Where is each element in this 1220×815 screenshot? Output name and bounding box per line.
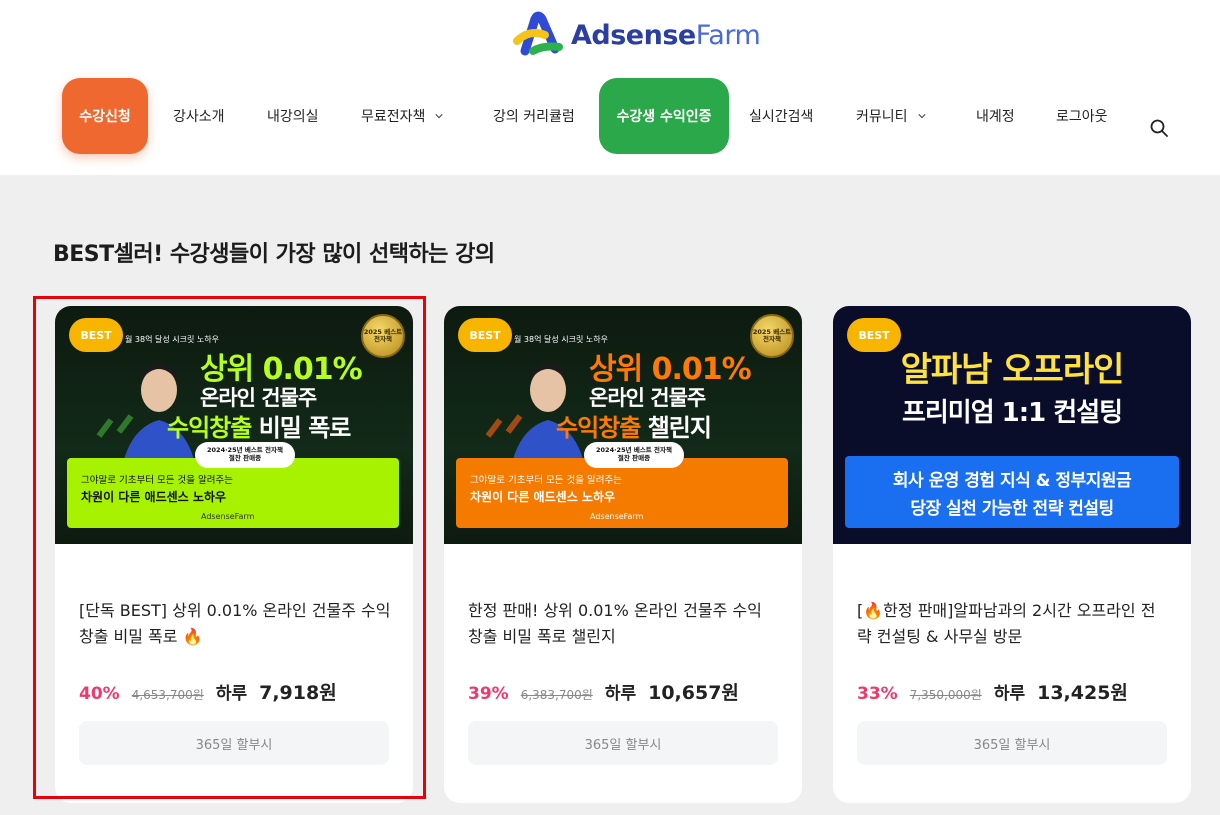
- band-logo: AdsenseFarm: [201, 512, 255, 521]
- nav-my-classroom[interactable]: 내강의실: [267, 106, 319, 126]
- nav-realtime-search[interactable]: 실시간검색: [749, 106, 813, 126]
- per-day-label: 하루: [993, 684, 1026, 704]
- course-thumbnail[interactable]: BEST 월 38억 달성 시크릿 노하우 2025 베스트 전자책 상위 0.…: [55, 306, 413, 544]
- price-row: 40% 4,653,700원 하루 7,918원: [79, 678, 337, 705]
- ebook-pill: 2024·25년 베스트 전자책 절찬 판매중: [584, 442, 684, 468]
- course-thumbnail[interactable]: BEST 월 38억 달성 시크릿 노하우 2025 베스트 전자책 상위 0.…: [444, 306, 802, 544]
- thumb-headline-3b: 비밀 폭로: [258, 414, 352, 442]
- nav-enroll-button[interactable]: 수강신청: [62, 78, 148, 154]
- per-day-label: 하루: [215, 684, 248, 704]
- daily-price: 13,425원: [1037, 682, 1128, 704]
- original-price: 4,653,700원: [131, 688, 204, 702]
- thumb-headline-3a: 수익창출: [167, 414, 252, 442]
- course-title[interactable]: [🔥한정 판매]알파남과의 2시간 오프라인 전략 컨설팅 & 사무실 방문: [857, 598, 1169, 650]
- course-title[interactable]: 한정 판매! 상위 0.01% 온라인 건물주 수익 창출 비밀 폭로 챌린지: [468, 598, 780, 650]
- nav-community[interactable]: 커뮤니티: [856, 106, 926, 126]
- installment-button[interactable]: 365일 할부시: [857, 721, 1167, 765]
- nav-my-account[interactable]: 내계정: [976, 106, 1015, 126]
- band-line-1: 회사 운영 경험 지식 & 정부지원금: [892, 471, 1132, 491]
- thumb-band: 그야말로 기초부터 모든 것을 알려주는 차원이 다른 애드센스 노하우 Ads…: [456, 458, 788, 528]
- ebook-pill: 2024·25년 베스트 전자책 절찬 판매중: [195, 442, 295, 468]
- thumb-headline-3: 수익창출 비밀 폭로: [167, 408, 352, 443]
- price-row: 33% 7,350,000원 하루 13,425원: [857, 678, 1128, 705]
- daily-price: 10,657원: [648, 682, 739, 704]
- thumb-band: 회사 운영 경험 지식 & 정부지원금 당장 실천 가능한 전략 컨설팅: [845, 456, 1179, 528]
- price-row: 39% 6,383,700원 하루 10,657원: [468, 678, 739, 705]
- award-seal: 2025 베스트 전자책: [750, 314, 794, 358]
- band-line-2: 차원이 다른 애드센스 노하우: [470, 490, 616, 504]
- discount-rate: 33%: [857, 684, 898, 704]
- installment-button[interactable]: 365일 할부시: [79, 721, 389, 765]
- band-line-2: 차원이 다른 애드센스 노하우: [81, 490, 227, 504]
- search-icon[interactable]: [1149, 118, 1169, 138]
- chevron-down-icon: [435, 114, 444, 119]
- nav-instructor[interactable]: 강사소개: [173, 106, 225, 126]
- nav-free-ebook[interactable]: 무료전자책: [361, 106, 444, 126]
- band-line-1: 그야말로 기초부터 모든 것을 알려주는: [470, 475, 622, 486]
- course-thumbnail[interactable]: BEST 알파남 오프라인 프리미엄 1:1 컨설팅 회사 운영 경험 지식 &…: [833, 306, 1191, 544]
- discount-rate: 40%: [79, 684, 120, 704]
- site-logo[interactable]: AdsenseFarm: [511, 10, 761, 60]
- course-card[interactable]: BEST 알파남 오프라인 프리미엄 1:1 컨설팅 회사 운영 경험 지식 &…: [833, 306, 1191, 803]
- best-badge: BEST: [69, 318, 123, 352]
- course-card[interactable]: BEST 월 38억 달성 시크릿 노하우 2025 베스트 전자책 상위 0.…: [444, 306, 802, 803]
- per-day-label: 하루: [604, 684, 637, 704]
- chevron-down-icon: [917, 114, 926, 119]
- band-line-1: 그야말로 기초부터 모든 것을 알려주는: [81, 475, 233, 486]
- nav-community-label: 커뮤니티: [856, 109, 908, 125]
- thumb-headline-3: 수익창출 챌린지: [556, 408, 712, 443]
- band-logo: AdsenseFarm: [590, 512, 644, 521]
- original-price: 6,383,700원: [520, 688, 593, 702]
- thumb-band: 그야말로 기초부터 모든 것을 알려주는 차원이 다른 애드센스 노하우 Ads…: [67, 458, 399, 528]
- daily-price: 7,918원: [259, 682, 337, 704]
- original-price: 7,350,000원: [909, 688, 982, 702]
- nav-student-earnings-button[interactable]: 수강생 수익인증: [599, 78, 729, 154]
- thumb-headline-3a: 수익창출: [556, 414, 641, 442]
- course-card[interactable]: BEST 월 38억 달성 시크릿 노하우 2025 베스트 전자책 상위 0.…: [55, 306, 413, 803]
- site-header: AdsenseFarm 수강신청 강사소개 내강의실 무료전자책 강의 커리큘럼…: [0, 0, 1220, 175]
- thumb-headline-2: 프리미엄 1:1 컨설팅: [901, 398, 1123, 428]
- band-line-2: 당장 실천 가능한 전략 컨설팅: [910, 499, 1114, 519]
- logo-text-adsense: Adsense: [571, 19, 696, 51]
- award-seal: 2025 베스트 전자책: [361, 314, 405, 358]
- installment-button[interactable]: 365일 할부시: [468, 721, 778, 765]
- nav-logout[interactable]: 로그아웃: [1056, 106, 1108, 126]
- thumb-headline-3b: 챌린지: [647, 414, 712, 442]
- nav-free-ebook-label: 무료전자책: [361, 109, 426, 125]
- section-title: BEST셀러! 수강생들이 가장 많이 선택하는 강의: [53, 242, 495, 267]
- nav-curriculum[interactable]: 강의 커리큘럼: [493, 106, 575, 126]
- best-badge: BEST: [458, 318, 512, 352]
- best-badge: BEST: [847, 318, 901, 352]
- ebook-pill-line2: 절찬 판매중: [228, 454, 262, 462]
- logo-icon: [513, 11, 563, 56]
- ebook-pill-line2: 절찬 판매중: [617, 454, 651, 462]
- logo-text-farm: Farm: [695, 19, 761, 51]
- discount-rate: 39%: [468, 684, 509, 704]
- course-title[interactable]: [단독 BEST] 상위 0.01% 온라인 건물주 수익 창출 비밀 폭로 🔥: [79, 598, 391, 650]
